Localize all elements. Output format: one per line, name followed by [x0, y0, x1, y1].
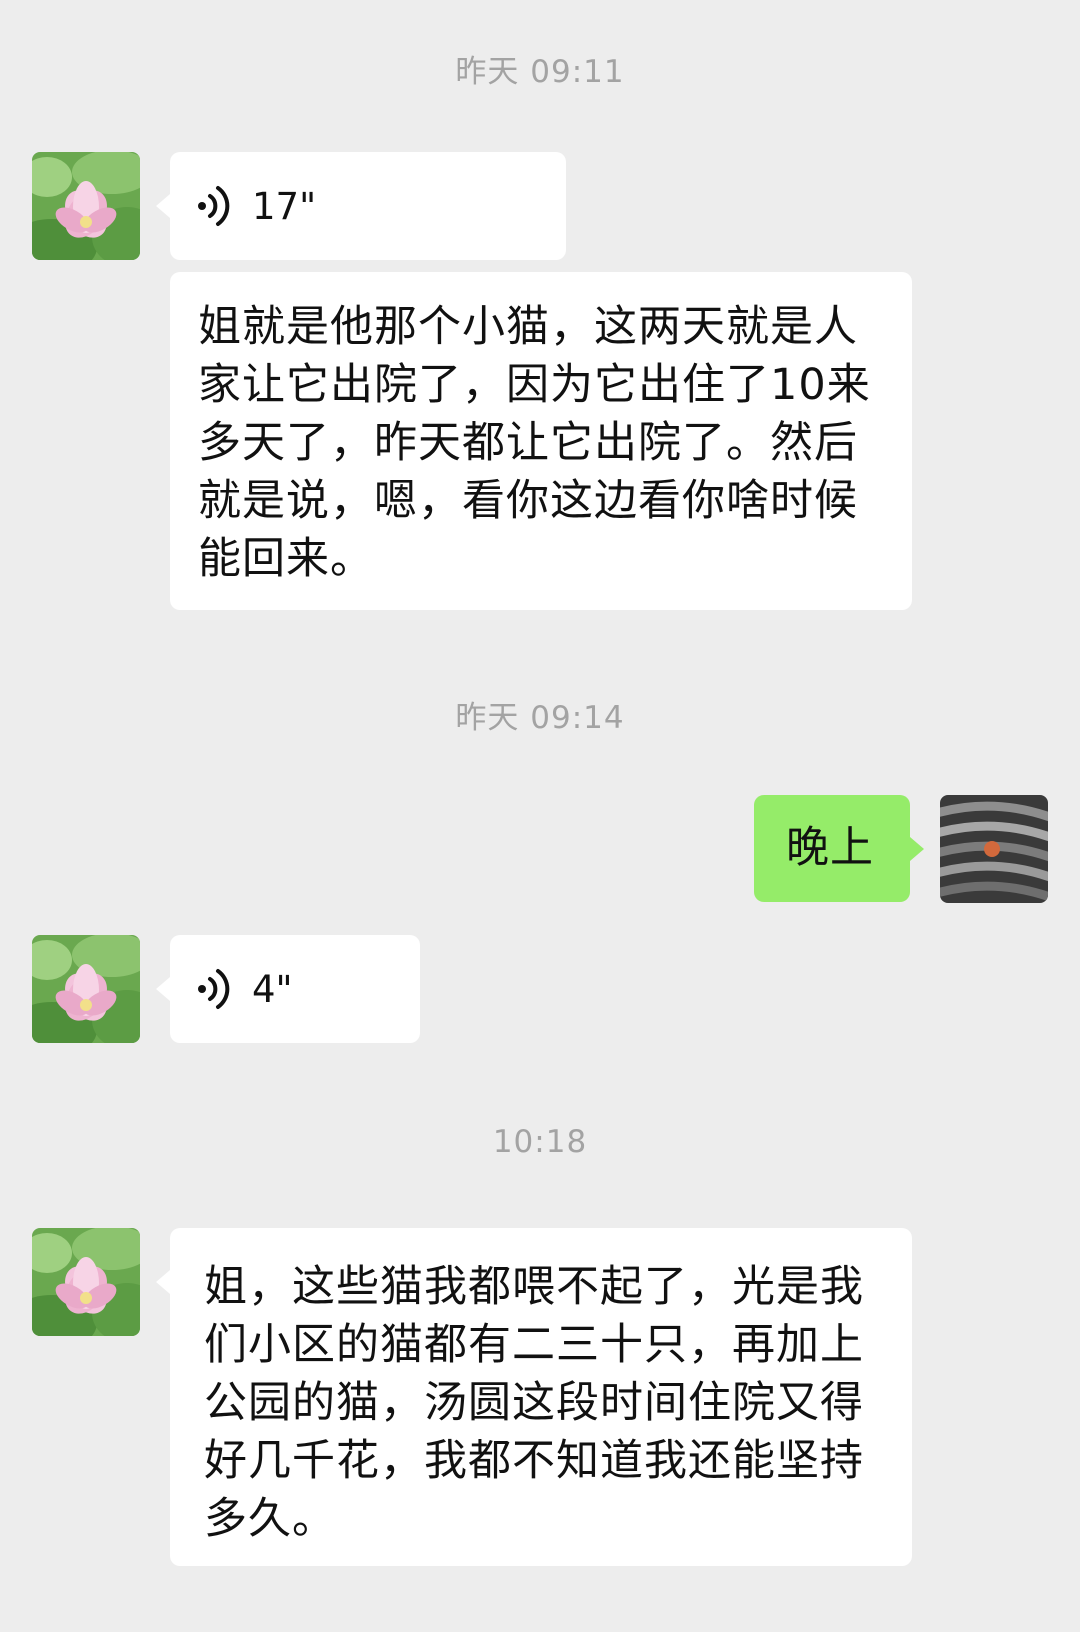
timestamp-1: 昨天 09:11: [455, 54, 625, 90]
self-avatar[interactable]: [940, 795, 1048, 903]
message-text: 姐就是他那个小猫，这两天就是人 家让它出院了，因为它出住了10来 多天了，昨天都…: [198, 302, 871, 584]
outgoing-message-bubble[interactable]: 晚上: [754, 795, 924, 902]
contact-avatar[interactable]: [32, 152, 140, 260]
voice-wave-icon: [194, 967, 234, 1011]
voice-message-bubble[interactable]: 17": [156, 152, 566, 260]
message-text: 晚上: [786, 823, 874, 873]
voice-duration: 17": [252, 184, 317, 228]
message-text: 姐，这些猫我都喂不起了，光是我 们小区的猫都有二三十只，再加上 公园的猫，汤圆这…: [204, 1262, 864, 1544]
lotus-flower-avatar-icon: [32, 1228, 140, 1336]
contact-avatar[interactable]: [32, 1228, 140, 1336]
lotus-flower-avatar-icon: [32, 935, 140, 1043]
text-message-bubble[interactable]: 姐就是他那个小猫，这两天就是人 家让它出院了，因为它出住了10来 多天了，昨天都…: [170, 272, 912, 610]
text-message-bubble[interactable]: 姐，这些猫我都喂不起了，光是我 们小区的猫都有二三十只，再加上 公园的猫，汤圆这…: [156, 1228, 912, 1566]
timestamp-2: 昨天 09:14: [455, 700, 625, 736]
voice-duration: 4": [252, 967, 293, 1011]
timestamp-3: 10:18: [492, 1124, 588, 1160]
lotus-flower-avatar-icon: [32, 152, 140, 260]
voice-message-bubble[interactable]: 4": [156, 935, 420, 1043]
steel-cable-avatar-icon: [940, 795, 1048, 903]
contact-avatar[interactable]: [32, 935, 140, 1043]
voice-wave-icon: [194, 184, 234, 228]
